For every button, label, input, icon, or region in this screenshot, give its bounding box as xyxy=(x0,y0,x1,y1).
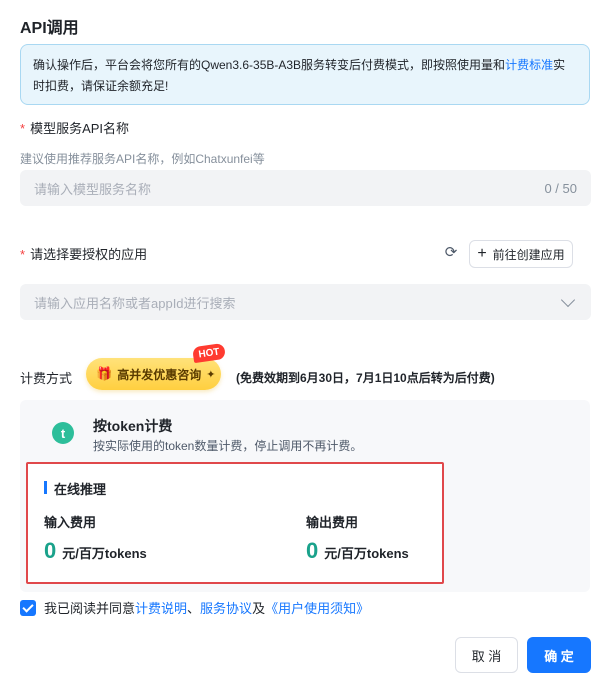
chevron-down-icon xyxy=(560,292,576,307)
create-app-button[interactable]: + 前往创建应用 xyxy=(469,240,573,268)
user-notice-link[interactable]: 《用户使用须知》 xyxy=(265,598,369,617)
dialog-title: API调用 xyxy=(20,20,79,37)
agreement-checkbox[interactable] xyxy=(20,599,36,616)
input-fee-label: 输入费用 xyxy=(44,515,97,530)
billing-standard-link[interactable]: 计费标准 xyxy=(505,58,553,72)
notice-banner: 确认操作后，平台会将您所有的Qwen3.6-35B-A3B服务转变后付费模式，即… xyxy=(20,44,590,105)
gift-icon: 🎁 xyxy=(96,366,113,381)
refresh-icon[interactable]: ⟳ xyxy=(443,245,459,261)
sparkle-icon: ✦ xyxy=(206,368,216,381)
service-name-input[interactable]: 请输入模型服务名称 0 / 50 xyxy=(20,170,591,206)
notice-text: 确认操作后，平台会将您所有的Qwen3.6-35B-A3B服务转变后付费模式，即… xyxy=(33,58,506,72)
service-name-label: * 模型服务API名称 xyxy=(20,121,130,136)
app-search-placeholder: 请输入应用名称或者appId进行搜索 xyxy=(34,295,236,311)
token-plan-title: 按token计费 xyxy=(93,418,173,434)
online-inference-title: 在线推理 xyxy=(44,479,106,498)
plus-icon: + xyxy=(477,245,487,262)
hot-badge: HOT xyxy=(192,342,226,364)
input-fee-value: 0 元/百万tokens xyxy=(44,538,147,563)
output-fee-label: 输出费用 xyxy=(306,515,359,530)
agreement-text: 我已阅读并同意 xyxy=(44,601,136,616)
token-plan-icon: t xyxy=(52,422,74,444)
online-inference-box: 在线推理 输入费用 0 元/百万tokens 输出费用 0 元/百万tokens xyxy=(26,462,444,584)
service-name-hint: 建议使用推荐服务API名称，例如Chatxunfei等 xyxy=(20,152,265,166)
char-counter: 0 / 50 xyxy=(544,180,577,196)
free-period-note: (免费效期到6月30日，7月1日10点后转为后付费) xyxy=(236,371,495,385)
promo-consult-button[interactable]: 🎁 高并发优惠咨询 ✦ xyxy=(86,358,221,390)
billing-terms-link[interactable]: 计费说明 xyxy=(135,598,187,617)
service-agreement-link[interactable]: 服务协议 xyxy=(200,598,252,617)
app-select-label: * 请选择要授权的应用 xyxy=(20,247,148,262)
required-mark: * xyxy=(20,247,26,262)
service-name-placeholder: 请输入模型服务名称 xyxy=(34,181,152,197)
cancel-button[interactable]: 取 消 xyxy=(455,637,518,673)
confirm-button[interactable]: 确 定 xyxy=(527,637,591,673)
token-plan-description: 按实际使用的token数量计费，停止调用不再计费。 xyxy=(93,439,363,453)
output-fee-value: 0 元/百万tokens xyxy=(306,538,409,563)
app-search-select[interactable]: 请输入应用名称或者appId进行搜索 xyxy=(20,284,591,320)
agreement-row: 我已阅读并同意 计费说明、服务协议及《用户使用须知》 xyxy=(20,598,369,617)
required-mark: * xyxy=(20,121,26,136)
billing-label: 计费方式 xyxy=(20,371,73,386)
